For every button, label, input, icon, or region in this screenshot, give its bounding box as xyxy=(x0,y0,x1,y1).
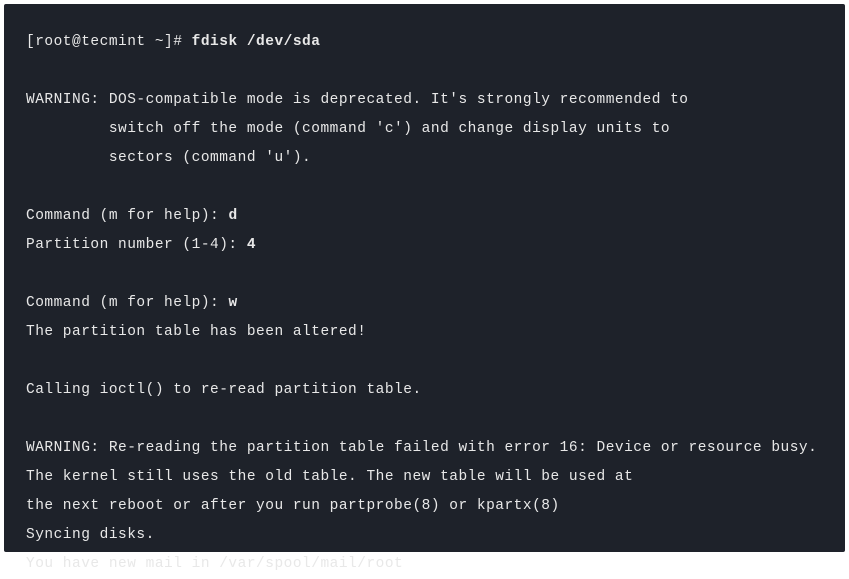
fdisk-prompt: Command (m for help): xyxy=(26,208,228,224)
partition-number-line: Partition number (1-4): 4 xyxy=(26,231,823,260)
warning-line-2: switch off the mode (command 'c') and ch… xyxy=(26,115,823,144)
ioctl-message: Calling ioctl() to re-read partition tab… xyxy=(26,376,823,405)
warning2-line-3: the next reboot or after you run partpro… xyxy=(26,492,823,521)
fdisk-command-2: Command (m for help): w xyxy=(26,289,823,318)
blank-line xyxy=(26,173,823,202)
fdisk-input-w: w xyxy=(228,295,237,311)
blank-line xyxy=(26,347,823,376)
partition-prompt: Partition number (1-4): xyxy=(26,237,247,253)
fdisk-prompt: Command (m for help): xyxy=(26,295,228,311)
command-line: [root@tecmint ~]# fdisk /dev/sda xyxy=(26,28,823,57)
syncing-message: Syncing disks. xyxy=(26,521,823,550)
blank-line xyxy=(26,260,823,289)
altered-message: The partition table has been altered! xyxy=(26,318,823,347)
shell-prompt: [root@tecmint ~]# xyxy=(26,34,192,50)
blank-line xyxy=(26,405,823,434)
mail-message: You have new mail in /var/spool/mail/roo… xyxy=(26,550,823,579)
warning2-line-2: The kernel still uses the old table. The… xyxy=(26,463,823,492)
fdisk-input-d: d xyxy=(228,208,237,224)
blank-line xyxy=(26,57,823,86)
terminal-window: [root@tecmint ~]# fdisk /dev/sda WARNING… xyxy=(4,4,845,552)
warning-line-1: WARNING: DOS-compatible mode is deprecat… xyxy=(26,86,823,115)
fdisk-command-1: Command (m for help): d xyxy=(26,202,823,231)
warning-line-3: sectors (command 'u'). xyxy=(26,144,823,173)
entered-command: fdisk /dev/sda xyxy=(192,34,321,50)
warning2-line-1: WARNING: Re-reading the partition table … xyxy=(26,434,823,463)
partition-input-4: 4 xyxy=(247,237,256,253)
